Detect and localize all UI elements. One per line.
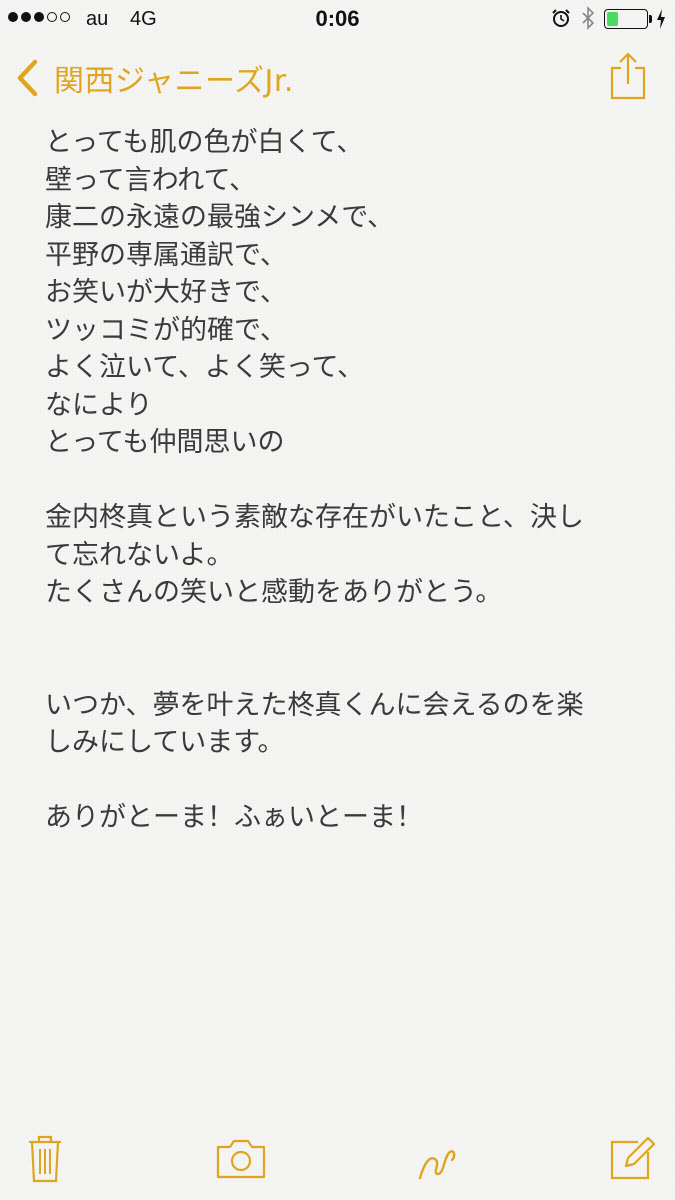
note-line: とっても肌の色が白くて、: [45, 127, 364, 158]
note-line: お笑いが大好きで、: [45, 277, 287, 308]
note-line: 康二の永遠の最強シンメで、: [45, 202, 395, 233]
note-line: [45, 762, 635, 800]
sketch-icon[interactable]: [414, 1134, 464, 1184]
note-line: しみにしています。: [45, 727, 285, 758]
compose-icon[interactable]: [608, 1134, 656, 1182]
note-line: ありがとーま！ふぁいとーま！: [45, 802, 423, 833]
battery-icon: [604, 9, 652, 29]
note-line: たくさんの笑いと感動をありがとう。: [45, 577, 503, 608]
back-button-label: 関西ジャニーズJr.: [54, 64, 294, 99]
note-line: ツッコミが的確で、: [45, 314, 287, 346]
note-line: 平野の専属通訳で、: [45, 239, 287, 271]
alarm-icon: [552, 9, 570, 27]
note-line: よく泣いて、よく笑って、: [45, 352, 365, 383]
note-line: なにより: [45, 389, 153, 421]
trash-icon[interactable]: [26, 1134, 64, 1184]
note-line: て忘れないよ。: [45, 539, 234, 571]
note-line: いつか、夢を叶えた柊真くんに会えるのを楽: [45, 689, 584, 721]
back-button[interactable]: 関西ジャニーズJr.: [14, 56, 294, 100]
note-line: とっても仲間思いの: [45, 427, 285, 458]
chevron-left-icon: [17, 59, 38, 97]
note-body[interactable]: とっても肌の色が白くて、 壁って言われて、康二の永遠の最強シンメで、 平野の専属通訳…: [45, 124, 635, 837]
note-line: [45, 649, 635, 687]
charging-icon: [657, 9, 665, 29]
status-bar: au 4G 0:06: [0, 0, 675, 40]
note-line: [45, 462, 635, 500]
share-icon[interactable]: [608, 50, 648, 102]
camera-icon[interactable]: [215, 1138, 267, 1180]
battery-level: [607, 12, 618, 26]
bluetooth-icon: [582, 6, 595, 30]
navigation-bar: 関西ジャニーズJr.: [0, 44, 675, 114]
note-line: [45, 612, 635, 650]
note-line: 金内柊真という素敵な存在がいたこと、決し: [45, 502, 584, 533]
bottom-toolbar: [0, 1120, 675, 1200]
status-time: 0:06: [315, 6, 360, 31]
note-line: 壁って言われて、: [45, 164, 257, 196]
